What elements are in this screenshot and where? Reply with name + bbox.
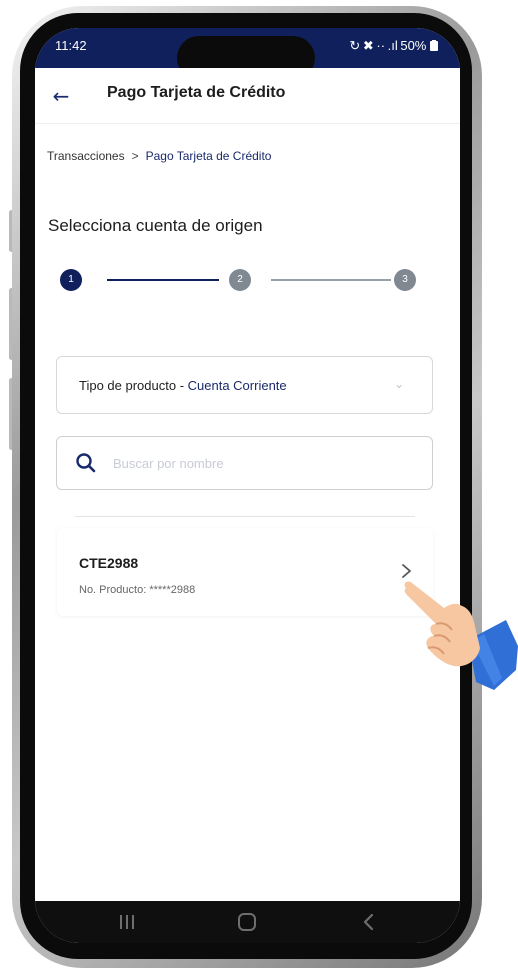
account-item[interactable]: CTE2988 No. Producto: *****2988 xyxy=(57,528,433,616)
page-title: Pago Tarjeta de Crédito xyxy=(107,84,286,101)
status-time: 11:42 xyxy=(55,38,87,53)
back-arrow-icon[interactable]: ← xyxy=(47,82,75,110)
search-box[interactable] xyxy=(56,436,433,490)
breadcrumb: Transacciones > Pago Tarjeta de Crédito xyxy=(47,149,271,163)
back-icon[interactable] xyxy=(357,911,381,933)
app-bar: ← Pago Tarjeta de Crédito xyxy=(35,68,460,124)
status-signal-icons: ↻ ✖ ·· .ıl xyxy=(349,38,401,53)
battery-level: 50% xyxy=(400,38,427,53)
account-name: CTE2988 xyxy=(79,555,139,571)
product-type-value: Cuenta Corriente xyxy=(187,378,287,393)
step-2: 2 xyxy=(229,269,251,291)
product-type-prefix: Tipo de producto - xyxy=(79,378,188,393)
battery-icon xyxy=(430,40,438,51)
product-type-dropdown[interactable]: Tipo de producto - Cuenta Corriente ⌄ xyxy=(56,356,433,414)
system-nav-bar xyxy=(35,901,460,943)
product-type-label: Tipo de producto - Cuenta Corriente xyxy=(79,378,287,393)
home-icon[interactable] xyxy=(235,911,259,933)
breadcrumb-separator: > xyxy=(131,149,139,163)
step-3: 3 xyxy=(394,269,416,291)
status-icons: ↻ ✖ ·· .ıl 50% xyxy=(349,38,438,54)
section-title: Selecciona cuenta de origen xyxy=(48,216,263,235)
product-number-value: *****2988 xyxy=(149,584,196,596)
step-connector-1 xyxy=(107,279,219,281)
breadcrumb-current: Pago Tarjeta de Crédito xyxy=(145,149,272,163)
account-product-number: No. Producto: *****2988 xyxy=(79,584,195,596)
hand-pointer-icon xyxy=(404,581,518,690)
chevron-down-icon: ⌄ xyxy=(393,377,404,391)
step-connector-2 xyxy=(271,279,391,281)
phone-screen: 11:42 ↻ ✖ ·· .ıl 50% ← Pago Tarjeta de C… xyxy=(35,28,460,943)
list-divider xyxy=(75,516,415,517)
search-input[interactable] xyxy=(113,451,413,475)
breadcrumb-transacciones[interactable]: Transacciones xyxy=(47,149,125,163)
step-1: 1 xyxy=(60,269,82,291)
search-icon xyxy=(76,453,96,473)
recents-icon[interactable] xyxy=(115,911,139,933)
product-number-label: No. Producto: xyxy=(79,584,150,596)
